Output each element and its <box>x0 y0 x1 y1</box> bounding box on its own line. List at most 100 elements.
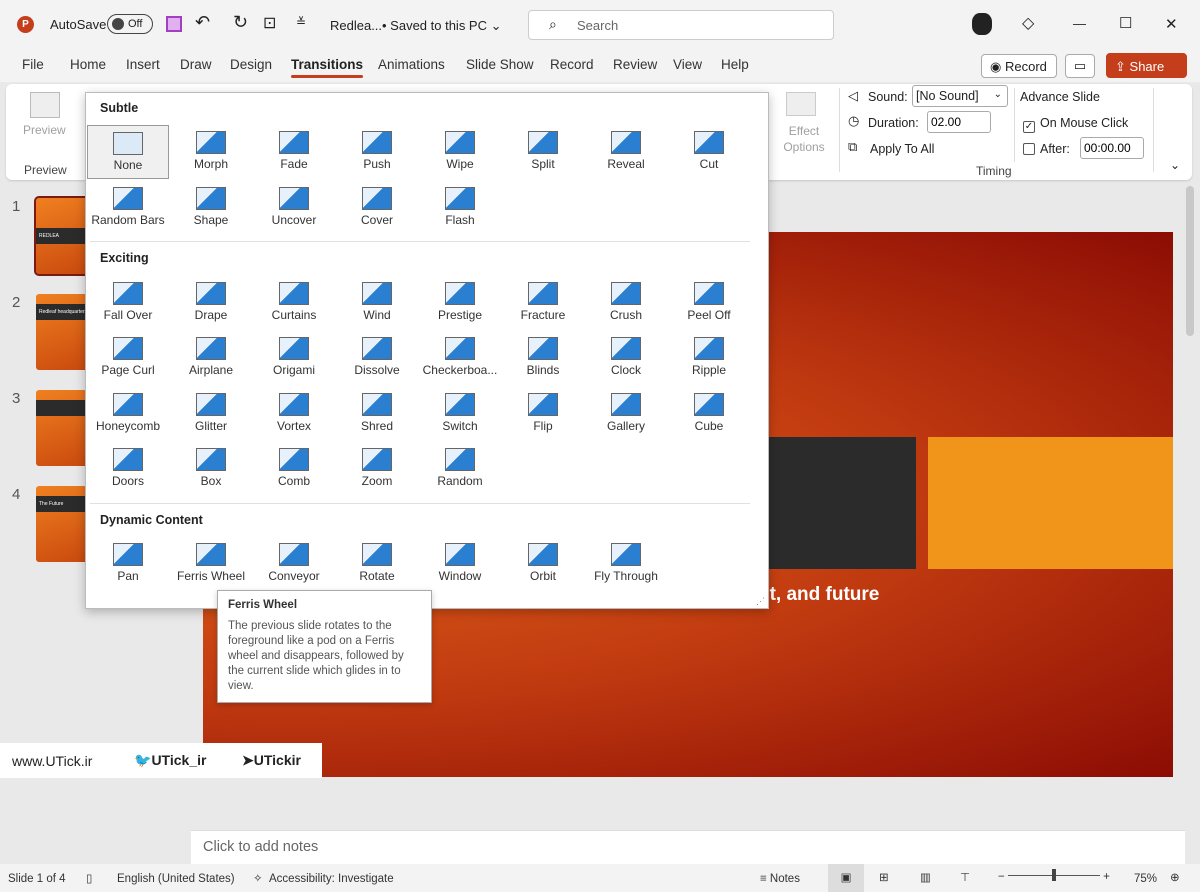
redo-icon[interactable]: ↻ <box>233 12 248 33</box>
share-button[interactable]: ⇪ Share ⌄ <box>1106 53 1187 90</box>
premium-diamond-icon[interactable]: ◇ <box>1022 13 1034 33</box>
transition-window[interactable]: Window <box>419 537 501 591</box>
spelling-icon[interactable]: ▯ <box>86 871 92 885</box>
account-avatar[interactable] <box>972 13 992 35</box>
transition-fall-over[interactable]: Fall Over <box>87 276 169 330</box>
duration-input[interactable] <box>927 111 991 133</box>
transition-none[interactable]: None <box>87 125 169 179</box>
transition-shape[interactable]: Shape <box>170 181 252 235</box>
close-button[interactable]: ✕ <box>1165 15 1178 33</box>
transition-crush[interactable]: Crush <box>585 276 667 330</box>
effect-options-button[interactable]: Effect Options <box>774 123 834 155</box>
transition-wind[interactable]: Wind <box>336 276 418 330</box>
tab-slide-show[interactable]: Slide Show <box>466 57 534 72</box>
transition-checkerboa[interactable]: Checkerboa... <box>419 331 501 385</box>
transition-pan[interactable]: Pan <box>87 537 169 591</box>
transition-orbit[interactable]: Orbit <box>502 537 584 591</box>
tab-review[interactable]: Review <box>613 57 657 72</box>
slide-sorter-icon[interactable]: ⊞ <box>879 870 889 884</box>
transition-shred[interactable]: Shred <box>336 387 418 441</box>
tab-view[interactable]: View <box>673 57 702 72</box>
transition-doors[interactable]: Doors <box>87 442 169 496</box>
save-icon[interactable] <box>166 16 182 32</box>
zoom-slider[interactable]: − + <box>998 869 1118 883</box>
undo-icon[interactable]: ↶ <box>195 12 210 33</box>
maximize-button[interactable]: ☐ <box>1119 14 1132 32</box>
transition-honeycomb[interactable]: Honeycomb <box>87 387 169 441</box>
transition-uncover[interactable]: Uncover <box>253 181 335 235</box>
tab-animations[interactable]: Animations <box>378 57 445 72</box>
transition-origami[interactable]: Origami <box>253 331 335 385</box>
tab-design[interactable]: Design <box>230 57 272 72</box>
transition-prestige[interactable]: Prestige <box>419 276 501 330</box>
reading-view-icon[interactable]: ▥ <box>920 870 931 884</box>
minimize-button[interactable]: — <box>1073 16 1086 31</box>
tab-home[interactable]: Home <box>70 57 106 72</box>
transition-cut[interactable]: Cut <box>668 125 750 179</box>
transition-page-curl[interactable]: Page Curl <box>87 331 169 385</box>
save-status[interactable]: • Saved to this PC ⌄ <box>382 18 502 34</box>
transition-conveyor[interactable]: Conveyor <box>253 537 335 591</box>
tab-transitions[interactable]: Transitions <box>291 57 364 78</box>
vertical-scrollbar[interactable] <box>1186 186 1194 336</box>
transition-comb[interactable]: Comb <box>253 442 335 496</box>
transition-split[interactable]: Split <box>502 125 584 179</box>
slideshow-icon[interactable]: ⊤ <box>960 870 970 884</box>
transition-drape[interactable]: Drape <box>170 276 252 330</box>
transition-glitter[interactable]: Glitter <box>170 387 252 441</box>
apply-to-all-button[interactable]: Apply To All <box>870 142 934 156</box>
transition-peel-off[interactable]: Peel Off <box>668 276 750 330</box>
transition-push[interactable]: Push <box>336 125 418 179</box>
transition-airplane[interactable]: Airplane <box>170 331 252 385</box>
search-box[interactable]: ⌕ Search <box>528 10 834 40</box>
transition-blinds[interactable]: Blinds <box>502 331 584 385</box>
transition-morph[interactable]: Morph <box>170 125 252 179</box>
sound-dropdown[interactable]: [No Sound] ⌄ <box>912 85 1008 107</box>
transition-dissolve[interactable]: Dissolve <box>336 331 418 385</box>
after-time-input[interactable] <box>1080 137 1144 159</box>
file-name[interactable]: Redlea... <box>330 18 382 33</box>
transition-vortex[interactable]: Vortex <box>253 387 335 441</box>
transition-curtains[interactable]: Curtains <box>253 276 335 330</box>
fit-slide-icon[interactable]: ⊕ <box>1170 870 1180 884</box>
transition-zoom[interactable]: Zoom <box>336 442 418 496</box>
transition-ferris-wheel[interactable]: Ferris Wheel <box>170 537 252 591</box>
normal-view-icon[interactable]: ▣ <box>828 864 864 892</box>
resize-grip-icon[interactable]: ⋰ <box>756 596 765 607</box>
language[interactable]: English (United States) <box>117 873 235 885</box>
transition-wipe[interactable]: Wipe <box>419 125 501 179</box>
comments-button[interactable]: ▭ <box>1065 54 1095 78</box>
transition-fade[interactable]: Fade <box>253 125 335 179</box>
transition-box[interactable]: Box <box>170 442 252 496</box>
tab-insert[interactable]: Insert <box>126 57 160 72</box>
transition-random[interactable]: Random <box>419 442 501 496</box>
transition-flash[interactable]: Flash <box>419 181 501 235</box>
present-icon[interactable]: ⊡ <box>263 13 276 33</box>
transition-cover[interactable]: Cover <box>336 181 418 235</box>
transition-clock[interactable]: Clock <box>585 331 667 385</box>
tab-file[interactable]: File <box>22 57 44 72</box>
tab-record[interactable]: Record <box>550 57 594 72</box>
record-button[interactable]: ◉ Record <box>981 54 1057 78</box>
on-mouse-click-checkbox[interactable]: ✓ On Mouse Click <box>1023 116 1128 133</box>
transition-gallery[interactable]: Gallery <box>585 387 667 441</box>
transition-reveal[interactable]: Reveal <box>585 125 667 179</box>
ribbon-collapse-icon[interactable]: ⌄ <box>1170 158 1180 172</box>
slide-subtitle[interactable]: nt, and future <box>758 584 879 606</box>
tab-help[interactable]: Help <box>721 57 749 72</box>
notes-button[interactable]: ≡ Notes <box>760 873 800 885</box>
zoom-level[interactable]: 75% <box>1134 873 1157 885</box>
transition-rotate[interactable]: Rotate <box>336 537 418 591</box>
transition-random-bars[interactable]: Random Bars <box>87 181 169 235</box>
preview-button[interactable]: Preview <box>23 123 66 137</box>
transition-fly-through[interactable]: Fly Through <box>585 537 667 591</box>
after-checkbox[interactable]: After: <box>1023 142 1070 156</box>
transition-cube[interactable]: Cube <box>668 387 750 441</box>
notes-pane[interactable]: Click to add notes <box>191 830 1185 864</box>
accessibility-status[interactable]: Accessibility: Investigate <box>269 873 394 885</box>
customize-qat-icon[interactable]: ≚ <box>296 15 306 29</box>
transition-switch[interactable]: Switch <box>419 387 501 441</box>
transition-ripple[interactable]: Ripple <box>668 331 750 385</box>
tab-draw[interactable]: Draw <box>180 57 212 72</box>
autosave-toggle[interactable]: Off <box>107 14 153 34</box>
